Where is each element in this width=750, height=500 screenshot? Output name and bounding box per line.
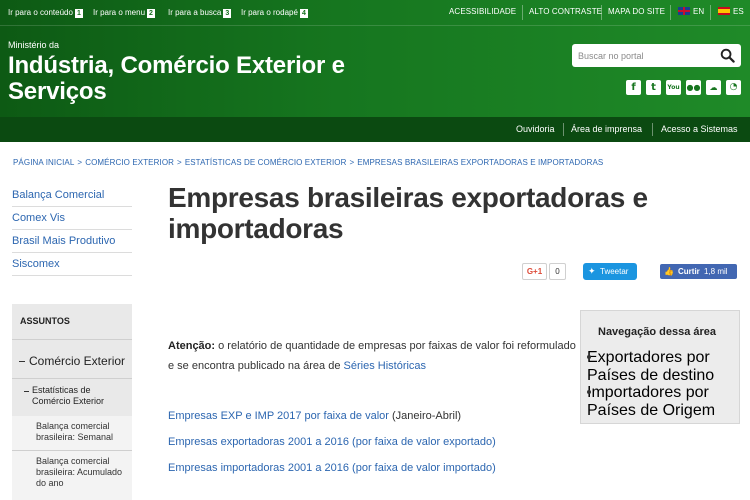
social-links: f t You ●● ☁ ◔: [626, 80, 742, 96]
search-icon[interactable]: [720, 48, 735, 63]
sidebar-links: Balança Comercial Comex Vis Brasil Mais …: [12, 184, 132, 276]
divider: [710, 5, 711, 20]
facebook-like-button[interactable]: 👍 Curtir 1,8 mil: [660, 264, 737, 279]
service-nav: Ouvidoria Área de imprensa Acesso a Sist…: [0, 117, 750, 142]
skip-to-menu-link[interactable]: Ir para o menu 2: [93, 8, 155, 18]
area-navigation-box: Navegação dessa área Exportadores por Pa…: [580, 310, 740, 424]
menu-item-comercio-exterior[interactable]: Comércio Exterior: [12, 344, 132, 378]
soundcloud-icon[interactable]: ☁: [706, 80, 721, 95]
divider: [12, 339, 132, 340]
subjects-heading: ASSUNTOS: [12, 304, 132, 339]
list-item: Empresas exportadoras 2001 a 2016 (por f…: [168, 436, 496, 448]
accessibility-bar: Ir para o conteúdo 1 Ir para o menu 2 Ir p…: [0, 0, 750, 26]
twitter-icon[interactable]: t: [646, 80, 661, 95]
area-navigation-title: Navegação dessa área: [598, 326, 717, 338]
tweet-button[interactable]: ✦ Tweetar: [583, 263, 637, 280]
breadcrumb-comercio-exterior[interactable]: COMÉRCIO EXTERIOR: [85, 158, 174, 167]
rss-icon[interactable]: ◔: [726, 80, 741, 95]
twitter-bird-icon: ✦: [588, 266, 596, 276]
google-plus-count: 0: [549, 263, 566, 280]
breadcrumb-estatisticas[interactable]: ESTATÍSTICAS DE COMÉRCIO EXTERIOR: [185, 158, 347, 167]
empresas-exportadoras-link[interactable]: Empresas exportadoras 2001 a 2016 (por f…: [168, 436, 496, 448]
sidebar-item-brasil-mais-produtivo[interactable]: Brasil Mais Produtivo: [12, 230, 132, 253]
sidebar-item-siscomex[interactable]: Siscomex: [12, 253, 132, 276]
dash-icon: [24, 391, 29, 392]
page-title: Empresas brasileiras exportadoras e impo…: [168, 182, 648, 244]
breadcrumb-separator: >: [177, 158, 182, 167]
importadores-por-paises-link[interactable]: Importadores por Países de Origem: [587, 384, 715, 419]
menu-item-balanca-semanal[interactable]: Balança comercial brasileira: Semanal: [12, 416, 132, 450]
breadcrumb-separator: >: [77, 158, 83, 167]
systems-access-link[interactable]: Acesso a Sistemas: [661, 124, 738, 134]
sitemap-link[interactable]: MAPA DO SITE: [608, 7, 665, 16]
divider: [563, 123, 564, 136]
dash-icon: [19, 361, 25, 362]
series-historicas-link[interactable]: Séries Históricas: [344, 360, 427, 372]
divider: [652, 123, 653, 136]
sidebar-item-comex-vis[interactable]: Comex Vis: [12, 207, 132, 230]
empresas-importadoras-link[interactable]: Empresas importadoras 2001 a 2016 (por f…: [168, 462, 496, 474]
search-box: [572, 44, 741, 67]
list-item: Empresas importadoras 2001 a 2016 (por f…: [168, 462, 496, 474]
breadcrumb: PÁGINA INICIAL > COMÉRCIO EXTERIOR > ESTATÍS…: [13, 158, 603, 167]
ouvidoria-link[interactable]: Ouvidoria: [516, 124, 555, 134]
skip-to-footer-link[interactable]: Ir para o rodapé 4: [241, 8, 308, 18]
bullet-icon: [587, 355, 591, 359]
period-note: (Janeiro-Abril): [388, 410, 462, 422]
high-contrast-link[interactable]: ALTO CONTRASTE: [529, 7, 602, 16]
accessibility-link[interactable]: ACESSIBILIDADE: [449, 7, 516, 16]
site-header: Ir para o conteúdo 1 Ir para o menu 2 Ir p…: [0, 0, 750, 117]
search-input[interactable]: [578, 48, 713, 63]
menu-item-balanca-acumulado[interactable]: Balança comercial brasileira: Acumulado …: [12, 451, 132, 500]
spain-flag-icon: [718, 7, 730, 15]
list-item: Importadores por Países de Origem: [587, 384, 737, 419]
bullet-icon: [587, 390, 591, 394]
language-es-link[interactable]: ES: [718, 7, 744, 16]
attention-label: Atenção:: [168, 340, 216, 352]
exportadores-por-paises-link[interactable]: Exportadores por Países de destino: [587, 349, 714, 384]
flickr-icon[interactable]: ●●: [686, 80, 701, 95]
list-item: Empresas EXP e IMP 2017 por faixa de val…: [168, 410, 461, 422]
sidebar-item-balanca-comercial[interactable]: Balança Comercial: [12, 184, 132, 207]
divider: [670, 5, 671, 20]
uk-flag-icon: [678, 7, 690, 15]
site-title[interactable]: Indústria, Comércio Exterior e Serviços: [8, 53, 428, 105]
subjects-menu: ASSUNTOS Comércio Exterior Estatísticas …: [12, 304, 132, 500]
youtube-icon[interactable]: You: [666, 80, 681, 95]
attention-notice: Atenção: o relatório de quantidade de em…: [168, 336, 578, 376]
breadcrumb-separator: >: [349, 158, 355, 167]
skip-to-content-link[interactable]: Ir para o conteúdo 1: [8, 8, 83, 18]
subjects-title: ASSUNTOS: [20, 316, 70, 326]
press-area-link[interactable]: Área de imprensa: [571, 124, 642, 134]
facebook-like-count: 1,8 mil: [704, 267, 728, 276]
divider: [601, 5, 602, 20]
divider: [522, 5, 523, 20]
empresas-2017-link[interactable]: Empresas EXP e IMP 2017 por faixa de val…: [168, 410, 389, 422]
facebook-icon[interactable]: f: [626, 80, 641, 95]
divider: [0, 25, 750, 26]
google-plus-button[interactable]: G+1: [522, 263, 547, 280]
thumbs-up-icon: 👍: [664, 267, 674, 276]
menu-item-estatisticas[interactable]: Estatísticas de Comércio Exterior: [12, 378, 132, 416]
list-item: Exportadores por Países de destino: [587, 349, 737, 384]
site-kicker: Ministério da: [8, 40, 60, 50]
skip-to-search-link[interactable]: Ir para a busca 3: [168, 8, 232, 18]
language-en-link[interactable]: EN: [678, 7, 704, 16]
breadcrumb-current[interactable]: EMPRESAS BRASILEIRAS EXPORTADORAS E IMPO…: [357, 158, 603, 167]
breadcrumb-home[interactable]: PÁGINA INICIAL: [13, 158, 74, 167]
